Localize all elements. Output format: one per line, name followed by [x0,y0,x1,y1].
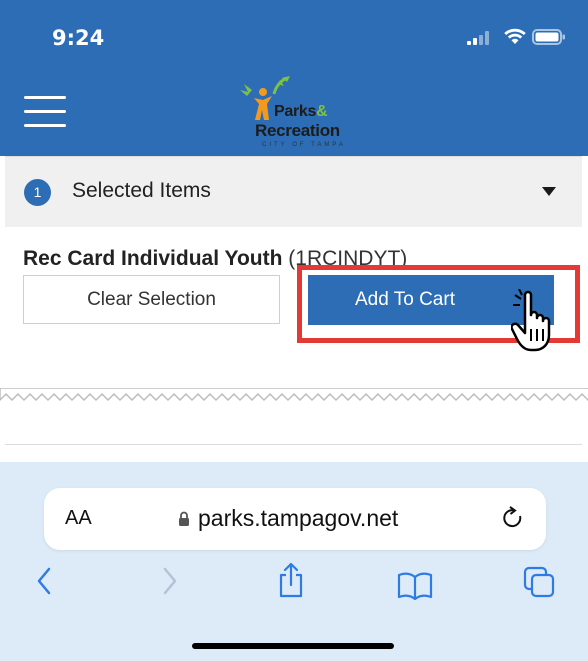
caret-down-icon[interactable] [542,187,556,196]
address-bar[interactable]: AA parks.tampagov.net [44,488,546,550]
clear-selection-button[interactable]: Clear Selection [23,275,280,324]
back-icon[interactable] [36,566,52,596]
logo-text-city: CITY OF TAMPA [262,142,346,148]
status-time: 9:24 [52,26,105,50]
bookmarks-icon[interactable] [397,572,433,600]
forward-icon[interactable] [162,566,178,596]
add-to-cart-label: Add To Cart [355,289,455,310]
selected-items-label: Selected Items [72,179,211,202]
logo-text-recreation: Recreation [255,121,340,140]
selected-item-panel: Rec Card Individual Youth (1RCINDYT) Cle… [5,227,582,402]
tabs-icon[interactable] [523,566,555,598]
cellular-signal-icon [467,31,489,45]
pointing-hand-cursor-icon [511,289,551,352]
text-size-button[interactable]: AA [65,507,92,530]
logo-text-parks: Parks& [274,103,328,120]
hamburger-menu-icon[interactable] [24,96,66,128]
wifi-icon [504,28,526,44]
page-gap [0,412,588,444]
share-icon[interactable] [277,562,305,598]
lock-icon [179,511,189,526]
battery-icon [532,29,565,45]
reload-icon[interactable] [500,504,526,532]
url-display[interactable]: parks.tampagov.net [178,505,398,532]
home-indicator [192,643,394,649]
parks-recreation-logo[interactable]: Parks& Recreation CITY OF TAMPA [232,74,356,154]
app-header: Parks& Recreation CITY OF TAMPA [0,72,588,156]
status-bar: 9:24 [0,0,588,72]
torn-edge-divider [0,388,588,402]
selected-items-toggle[interactable]: 1 Selected Items [5,156,582,228]
selected-count-badge: 1 [24,179,51,206]
url-text: parks.tampagov.net [198,505,399,531]
item-name: Rec Card Individual Youth [23,247,283,270]
